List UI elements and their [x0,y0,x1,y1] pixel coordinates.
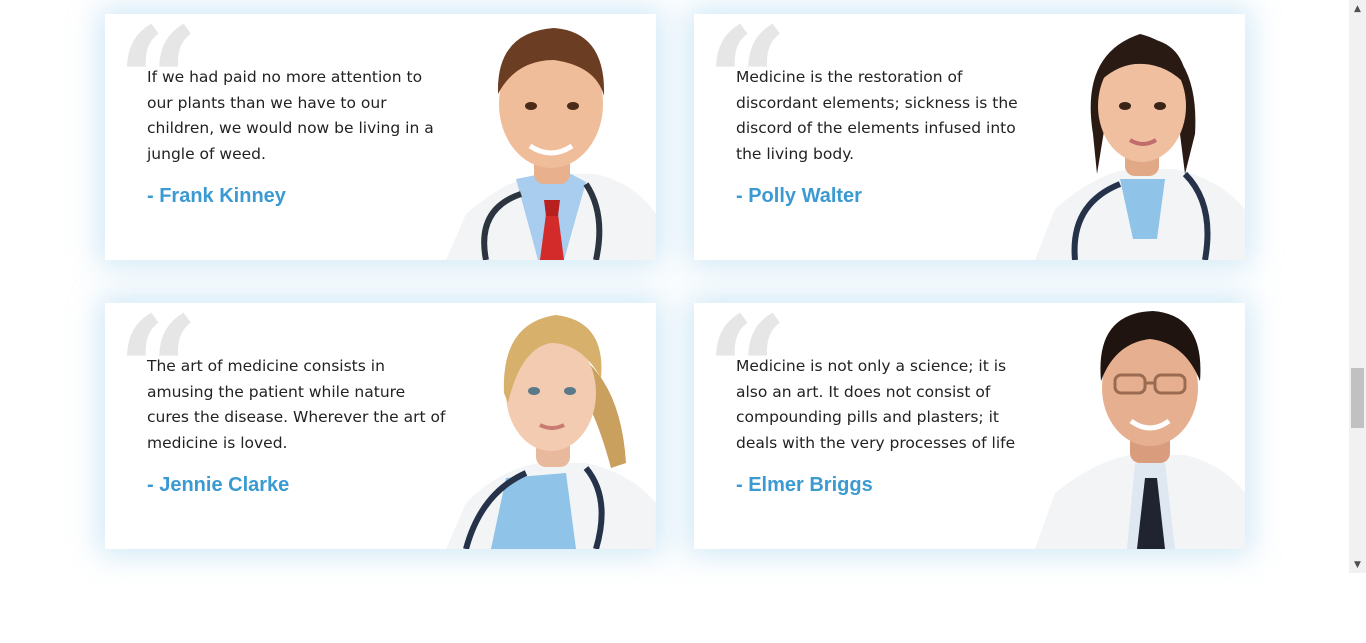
testimonial-author: - Elmer Briggs [736,474,873,496]
testimonial-author: - Polly Walter [736,185,862,207]
female-doctor-portrait-icon [446,315,656,549]
female-doctor-portrait-icon [1035,34,1245,260]
male-doctor-portrait-icon [1035,311,1245,549]
testimonial-card: “ The art of medicine consists in amusin… [105,303,656,549]
testimonial-quote: The art of medicine consists in amusing … [147,357,446,452]
testimonial-card: “ If we had paid no more attention to ou… [105,14,656,260]
scroll-up-arrow-icon[interactable]: ▲ [1349,0,1366,17]
male-doctor-portrait-icon [446,28,656,260]
testimonial-card: “ Medicine is the restoration of discord… [694,14,1245,260]
testimonial-quote: If we had paid no more attention to our … [147,68,434,163]
testimonial-author: - Frank Kinney [147,185,286,207]
testimonials-section: “ If we had paid no more attention to ou… [0,0,1349,643]
testimonial-author: - Jennie Clarke [147,474,290,496]
testimonial-card: “ Medicine is not only a science; it is … [694,303,1245,549]
scroll-down-arrow-icon[interactable]: ▼ [1349,556,1366,573]
scrollbar-thumb[interactable] [1351,368,1364,428]
vertical-scrollbar[interactable]: ▲ ▼ [1349,0,1366,573]
testimonial-quote: Medicine is the restoration of discordan… [736,68,1018,163]
testimonial-quote: Medicine is not only a science; it is al… [736,357,1016,452]
